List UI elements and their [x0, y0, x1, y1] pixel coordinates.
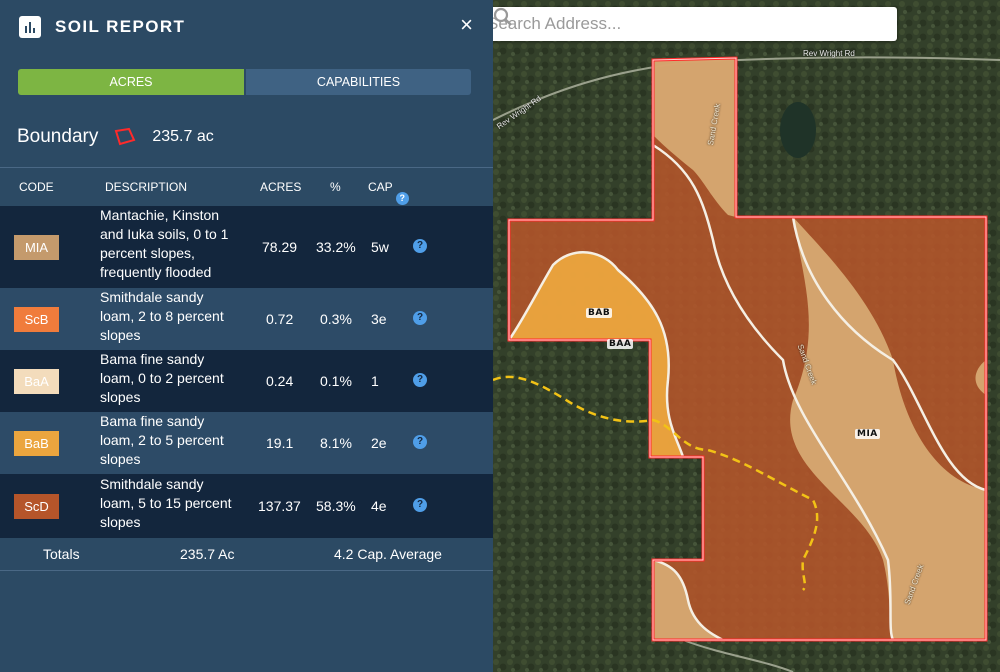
cap-help-icon[interactable]: ? [395, 192, 409, 205]
soil-description: Smithdale sandy loam, 2 to 8 percent slo… [100, 289, 224, 343]
tab-acres[interactable]: ACRES [18, 69, 244, 95]
soil-cap: 4e [371, 498, 387, 514]
soil-description: Bama fine sandy loam, 2 to 5 percent slo… [100, 413, 224, 467]
soil-code-badge: MIA [14, 235, 59, 260]
soil-percent: 0.3% [320, 311, 352, 327]
map-label-baa: BAA [607, 339, 634, 349]
soil-code-badge: BaA [14, 369, 59, 394]
soil-code-badge: BaB [14, 431, 59, 456]
boundary-acres: 235.7 ac [152, 128, 214, 145]
totals-acres: 235.7 Ac [180, 546, 235, 562]
header-cap: CAP? [368, 180, 409, 205]
help-icon[interactable]: ? [413, 373, 427, 387]
divider [0, 570, 493, 571]
boundary-summary: Boundary 235.7 ac [17, 124, 214, 150]
soil-code-badge: ScB [14, 307, 59, 332]
header-cap-label: CAP [368, 180, 393, 194]
map-label-bab: BAB [586, 308, 613, 318]
soil-percent: 8.1% [320, 435, 352, 451]
search-input[interactable] [493, 7, 847, 41]
close-button[interactable]: × [460, 13, 473, 37]
panel-title: SOIL REPORT [55, 17, 186, 36]
boundary-polygon-icon [115, 127, 136, 146]
table-row[interactable]: ScD Smithdale sandy loam, 5 to 15 percen… [0, 474, 493, 538]
soil-map[interactable]: Rev Wright Rd Rev Wright Rd Sand Creek S… [493, 0, 1000, 672]
help-icon[interactable]: ? [413, 498, 427, 512]
totals-cap-average: 4.2 Cap. Average [334, 546, 442, 562]
soil-acres: 0.72 [266, 311, 294, 327]
soil-acres: 78.29 [262, 239, 298, 255]
header-description: DESCRIPTION [105, 180, 188, 194]
address-search-box[interactable] [493, 7, 897, 41]
header-code: CODE [19, 180, 54, 194]
soil-percent: 0.1% [320, 373, 352, 389]
header-percent: % [330, 180, 341, 194]
header-acres: ACRES [260, 180, 302, 194]
panel-header: SOIL REPORT × [0, 0, 493, 52]
totals-label: Totals [43, 546, 80, 562]
map-canvas[interactable] [493, 0, 1000, 672]
soil-cap: 5w [371, 239, 389, 255]
soil-description: Mantachie, Kinston and Iuka soils, 0 to … [100, 207, 229, 280]
soil-percent: 33.2% [316, 239, 356, 255]
bar-chart-icon [19, 16, 41, 38]
tab-bar: ACRES CAPABILITIES [18, 69, 471, 95]
pond [780, 102, 816, 158]
table-row[interactable]: ScB Smithdale sandy loam, 2 to 8 percent… [0, 288, 493, 350]
totals-row: Totals 235.7 Ac 4.2 Cap. Average [0, 538, 493, 570]
help-icon[interactable]: ? [413, 435, 427, 449]
soil-description: Bama fine sandy loam, 0 to 2 percent slo… [100, 351, 224, 405]
table-row[interactable]: BaB Bama fine sandy loam, 2 to 5 percent… [0, 412, 493, 474]
table-row[interactable]: BaA Bama fine sandy loam, 0 to 2 percent… [0, 350, 493, 412]
help-icon[interactable]: ? [413, 239, 427, 253]
soil-acres: 137.37 [258, 498, 301, 514]
table-header: CODE DESCRIPTION ACRES % CAP? [0, 168, 493, 206]
soil-cap: 2e [371, 435, 387, 451]
soil-code-badge: ScD [14, 494, 59, 519]
road-label-rev-wright: Rev Wright Rd [803, 49, 855, 58]
tab-capabilities[interactable]: CAPABILITIES [246, 69, 471, 95]
boundary-label: Boundary [17, 126, 99, 147]
soil-acres: 0.24 [266, 373, 294, 389]
search-icon[interactable] [493, 7, 513, 27]
map-label-mia: MIA [855, 429, 880, 439]
help-icon[interactable]: ? [413, 311, 427, 325]
soil-cap: 3e [371, 311, 387, 327]
soil-percent: 58.3% [316, 498, 356, 514]
soil-cap: 1 [371, 373, 379, 389]
soil-report-panel: SOIL REPORT × ACRES CAPABILITIES Boundar… [0, 0, 493, 672]
soil-description: Smithdale sandy loam, 5 to 15 percent sl… [100, 476, 232, 530]
soil-acres: 19.1 [266, 435, 294, 451]
table-row[interactable]: MIA Mantachie, Kinston and Iuka soils, 0… [0, 206, 493, 288]
